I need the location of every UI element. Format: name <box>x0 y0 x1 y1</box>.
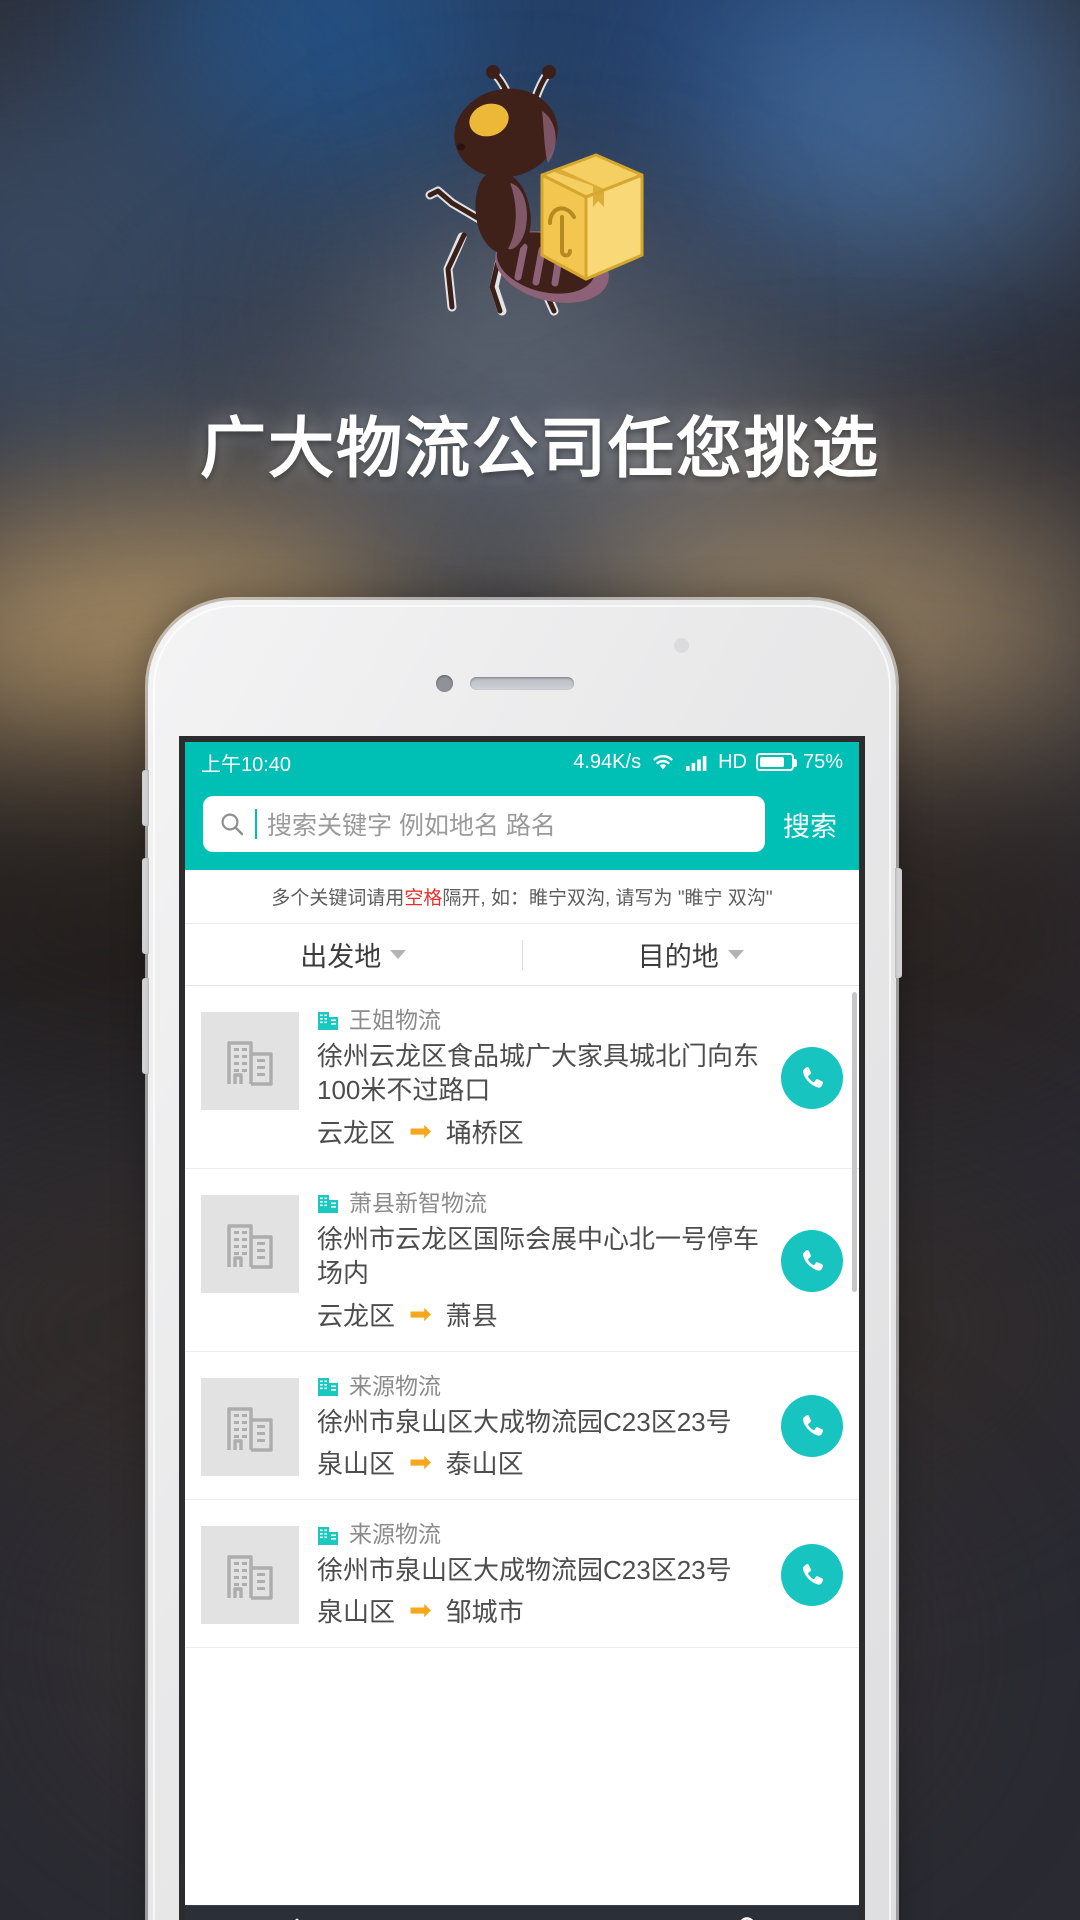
arrow-right-icon: ➡ <box>409 1298 432 1329</box>
phone-earpiece <box>470 677 574 690</box>
logistics-company-list[interactable]: 王姐物流 徐州云龙区食品城广大家具城北门向东100米不过路口 云龙区 ➡ 埇桥区 <box>185 986 859 1761</box>
company-address: 徐州市泉山区大成物流园C23区23号 <box>317 1406 732 1437</box>
building-placeholder-icon <box>201 1526 299 1625</box>
phone-call-icon <box>802 1415 824 1437</box>
company-building-icon <box>318 1195 338 1214</box>
company-address: 徐州云龙区食品城广大家具城北门向东100米不过路口 <box>317 1040 760 1106</box>
list-scrollbar[interactable] <box>852 992 857 1292</box>
phone-call-button[interactable] <box>781 1229 843 1292</box>
hint-text-before: 多个关键词请用 <box>271 888 405 909</box>
company-building-icon <box>318 1012 338 1031</box>
phone-sensor <box>674 638 689 653</box>
list-item[interactable]: 来源物流 徐州市泉山区大成物流园C23区23号 泉山区 ➡ 邹城市 <box>185 1500 859 1649</box>
arrow-right-icon: ➡ <box>409 1595 432 1626</box>
building-placeholder-icon <box>201 1377 299 1476</box>
filter-origin[interactable]: 出发地 <box>185 935 522 974</box>
building-placeholder-icon <box>201 1194 299 1293</box>
nav-item-profile[interactable]: 我的 <box>634 1906 859 1920</box>
arrow-right-icon: ➡ <box>409 1115 432 1146</box>
arrow-right-icon: ➡ <box>409 1447 432 1478</box>
status-battery-percent: 75% <box>802 750 843 773</box>
route-origin: 泉山区 <box>317 1597 396 1628</box>
route-origin: 泉山区 <box>317 1449 396 1480</box>
text-cursor <box>255 809 257 839</box>
status-time: 上午10:40 <box>201 753 292 776</box>
list-item[interactable]: 王姐物流 徐州云龙区食品城广大家具城北门向东100米不过路口 云龙区 ➡ 埇桥区 <box>185 986 859 1169</box>
search-hint: 多个关键词请用 空格 隔开, 如：睢宁双沟, 请写为 "睢宁 双沟" <box>185 870 859 924</box>
phone-call-button[interactable] <box>781 1543 843 1606</box>
person-icon <box>740 1917 753 1920</box>
hint-text-after: 隔开, 如：睢宁双沟, 请写为 "睢宁 双沟" <box>442 888 773 909</box>
search-placeholder: 搜索关键字 例如地名 路名 <box>267 812 556 840</box>
company-building-icon <box>318 1378 338 1397</box>
route-destination: 泰山区 <box>445 1449 524 1480</box>
route: 泉山区 ➡ 泰山区 <box>317 1444 769 1481</box>
wifi-icon <box>653 755 673 770</box>
chevron-down-icon <box>390 950 407 959</box>
company-building-icon <box>318 1526 338 1545</box>
filter-row: 出发地 目的地 <box>185 924 859 986</box>
filter-destination-label: 目的地 <box>637 942 719 972</box>
hero-section: 广大物流公司任您挑选 <box>0 0 1080 500</box>
phone-call-icon <box>802 1066 824 1088</box>
chevron-down-icon <box>727 950 744 959</box>
building-placeholder-icon <box>201 1012 299 1110</box>
phone-call-button[interactable] <box>781 1046 843 1109</box>
company-address: 徐州市泉山区大成物流园C23区23号 <box>317 1554 732 1585</box>
route-origin: 云龙区 <box>317 1300 396 1331</box>
phone-call-icon <box>802 1249 824 1271</box>
phone-mockup: 上午10:40 4.94K/s HD 75% 搜索关键字 例如地名 路名 搜索 … <box>142 600 902 1920</box>
bottom-navigation: 首页 物流 我的 <box>185 1905 859 1920</box>
nav-item-home[interactable]: 首页 <box>185 1906 410 1920</box>
route: 云龙区 ➡ 埇桥区 <box>317 1113 769 1150</box>
signal-bars-icon <box>686 756 707 771</box>
company-name: 王姐物流 <box>349 1007 441 1033</box>
phone-mute-switch <box>142 770 149 826</box>
phone-screen: 上午10:40 4.94K/s HD 75% 搜索关键字 例如地名 路名 搜索 … <box>179 736 865 1920</box>
filter-destination[interactable]: 目的地 <box>523 935 860 974</box>
company-name: 萧县新智物流 <box>349 1189 487 1216</box>
list-item[interactable]: 萧县新智物流 徐州市云龙区国际会展中心北一号停车场内 云龙区 ➡ 萧县 <box>185 1169 859 1352</box>
search-header: 搜索关键字 例如地名 路名 搜索 <box>185 782 859 870</box>
status-network-speed: 4.94K/s <box>573 750 642 773</box>
hint-highlight: 空格 <box>404 888 443 909</box>
ant-with-package-mascot <box>425 65 644 316</box>
nav-item-logistics[interactable]: 物流 <box>410 1906 635 1920</box>
company-name: 来源物流 <box>349 1521 441 1548</box>
phone-volume-up-button <box>142 858 149 954</box>
search-input[interactable]: 搜索关键字 例如地名 路名 <box>203 796 765 852</box>
battery-icon <box>755 753 797 771</box>
route-destination: 萧县 <box>445 1300 498 1331</box>
route-destination: 邹城市 <box>445 1597 524 1628</box>
hero-title: 广大物流公司任您挑选 <box>200 410 880 487</box>
phone-call-button[interactable] <box>781 1395 843 1458</box>
status-hd-label: HD <box>718 750 747 773</box>
route: 云龙区 ➡ 萧县 <box>317 1296 769 1333</box>
home-icon <box>295 1918 300 1920</box>
route-destination: 埇桥区 <box>445 1117 524 1148</box>
route-origin: 云龙区 <box>317 1117 396 1148</box>
search-icon <box>221 813 244 836</box>
truck-icon <box>503 1916 541 1920</box>
phone-volume-down-button <box>142 978 149 1074</box>
phone-front-camera <box>436 675 453 692</box>
route: 泉山区 ➡ 邹城市 <box>317 1592 769 1629</box>
filter-origin-label: 出发地 <box>300 942 382 972</box>
company-address: 徐州市云龙区国际会展中心北一号停车场内 <box>317 1223 760 1289</box>
company-name: 来源物流 <box>349 1372 441 1399</box>
list-item[interactable]: 来源物流 徐州市泉山区大成物流园C23区23号 泉山区 ➡ 泰山区 <box>185 1352 859 1501</box>
status-bar: 上午10:40 4.94K/s HD 75% <box>185 742 859 782</box>
phone-power-button <box>895 868 902 978</box>
phone-call-icon <box>802 1563 824 1585</box>
search-button[interactable]: 搜索 <box>779 805 841 844</box>
